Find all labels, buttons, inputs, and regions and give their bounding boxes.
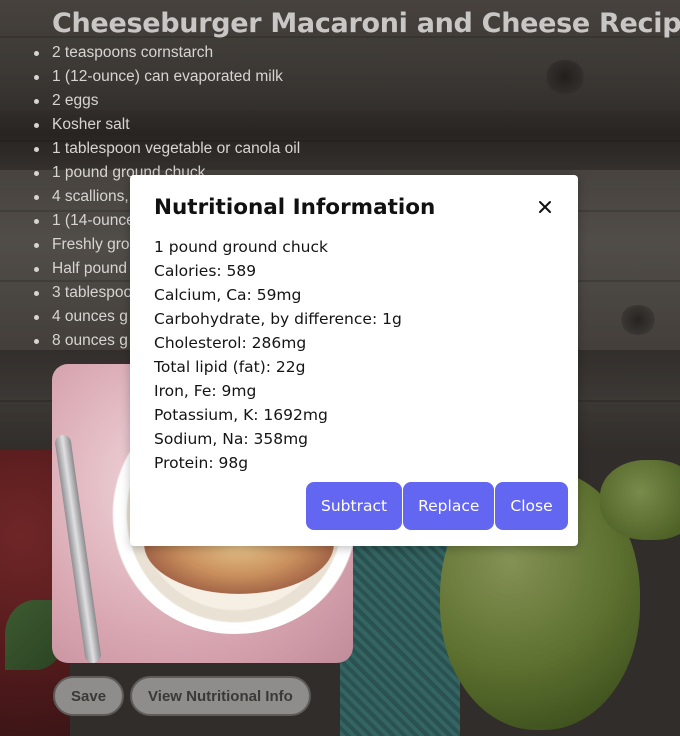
nutrition-item: Iron, Fe: 9mg [154,382,257,400]
nutrition-item: Protein: 98g [154,454,249,472]
fork-decoration [54,434,102,663]
replace-button[interactable]: Replace [403,482,495,530]
subtract-button[interactable]: Subtract [306,482,403,530]
recipe-title: Cheeseburger Macaroni and Cheese Recipe [52,8,680,39]
save-button[interactable]: Save [53,676,125,716]
nutrition-item: Sodium, Na: 358mg [154,430,309,448]
nutrition-modal: Nutritional Information 1 pound ground c… [130,175,578,546]
modal-actions: Subtract Replace Close [306,482,568,530]
modal-title: Nutritional Information [154,195,436,220]
view-nutritional-info-button[interactable]: View Nutritional Info [130,676,311,716]
close-icon[interactable] [534,196,556,218]
close-button[interactable]: Close [495,482,568,530]
nutrition-item: Cholesterol: 286mg [154,334,307,352]
recipe-actions: Save View Nutritional Info [53,676,311,716]
ingredient-item: 1 tablespoon vegetable or canola oil [34,137,300,161]
nutrition-item: Calcium, Ca: 59mg [154,286,302,304]
nutrition-item: Total lipid (fat): 22g [154,358,306,376]
ingredient-item: 2 eggs [34,89,300,113]
ingredient-item: Kosher salt [34,113,300,137]
ingredient-item: 1 (12-ounce) can evaporated milk [34,65,300,89]
nutrition-item: Calories: 589 [154,262,257,280]
nutrition-list: 1 pound ground chuck Calories: 589 Calci… [154,235,402,475]
nutrition-item: Carbohydrate, by difference: 1g [154,310,402,328]
nutrition-item: Potassium, K: 1692mg [154,406,328,424]
ingredient-item: 2 teaspoons cornstarch [34,41,300,65]
nutrition-item: 1 pound ground chuck [154,238,328,256]
